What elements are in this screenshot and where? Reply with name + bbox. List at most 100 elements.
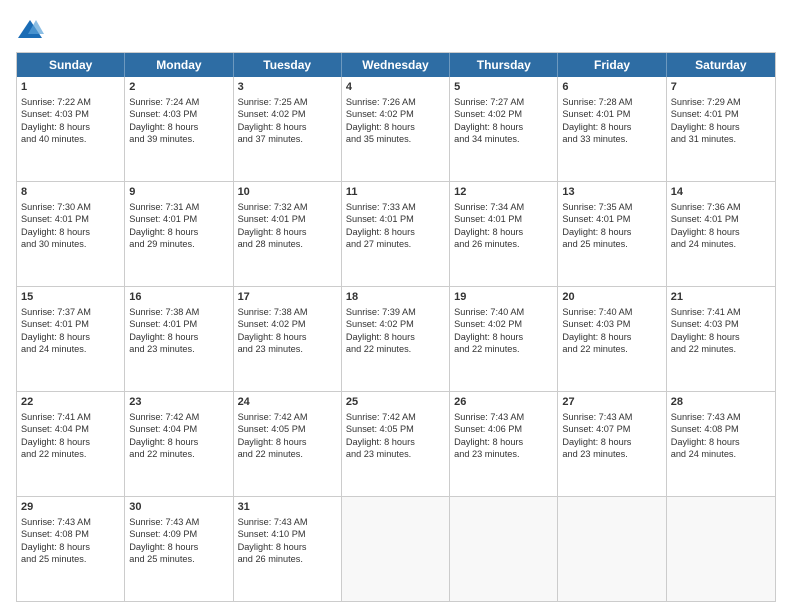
header-day-monday: Monday <box>125 53 233 77</box>
day-info-line: Daylight: 8 hours <box>671 121 771 133</box>
day-info-line: Daylight: 8 hours <box>562 226 661 238</box>
day-info-line: and 25 minutes. <box>562 238 661 250</box>
day-info-line: and 24 minutes. <box>21 343 120 355</box>
day-number: 28 <box>671 395 771 410</box>
day-info-line: Daylight: 8 hours <box>346 436 445 448</box>
day-info-line: and 40 minutes. <box>21 133 120 145</box>
day-info-line: and 27 minutes. <box>346 238 445 250</box>
day-number: 2 <box>129 80 228 95</box>
day-info-line: and 22 minutes. <box>238 448 337 460</box>
day-info-line: Sunrise: 7:27 AM <box>454 96 553 108</box>
day-info-line: Sunrise: 7:22 AM <box>21 96 120 108</box>
logo-icon <box>16 16 44 44</box>
day-cell-2: 2Sunrise: 7:24 AMSunset: 4:03 PMDaylight… <box>125 77 233 181</box>
day-info-line: Sunset: 4:04 PM <box>21 423 120 435</box>
day-info-line: Sunrise: 7:43 AM <box>238 516 337 528</box>
day-number: 6 <box>562 80 661 95</box>
day-info-line: Sunset: 4:05 PM <box>238 423 337 435</box>
day-number: 24 <box>238 395 337 410</box>
day-number: 27 <box>562 395 661 410</box>
day-cell-9: 9Sunrise: 7:31 AMSunset: 4:01 PMDaylight… <box>125 182 233 286</box>
day-info-line: Sunrise: 7:41 AM <box>671 306 771 318</box>
logo <box>16 16 48 44</box>
day-number: 11 <box>346 185 445 200</box>
day-info-line: Sunset: 4:07 PM <box>562 423 661 435</box>
day-info-line: Daylight: 8 hours <box>21 436 120 448</box>
day-info-line: Sunrise: 7:24 AM <box>129 96 228 108</box>
day-cell-11: 11Sunrise: 7:33 AMSunset: 4:01 PMDayligh… <box>342 182 450 286</box>
day-number: 30 <box>129 500 228 515</box>
day-info-line: Daylight: 8 hours <box>129 541 228 553</box>
day-info-line: Daylight: 8 hours <box>454 331 553 343</box>
day-info-line: Daylight: 8 hours <box>346 121 445 133</box>
day-info-line: Daylight: 8 hours <box>238 226 337 238</box>
day-info-line: and 22 minutes. <box>562 343 661 355</box>
day-info-line: Daylight: 8 hours <box>129 121 228 133</box>
day-info-line: Sunset: 4:02 PM <box>454 108 553 120</box>
day-number: 4 <box>346 80 445 95</box>
day-info-line: Daylight: 8 hours <box>671 436 771 448</box>
day-info-line: Sunrise: 7:42 AM <box>129 411 228 423</box>
day-info-line: Sunrise: 7:38 AM <box>129 306 228 318</box>
header <box>16 16 776 44</box>
day-info-line: Sunrise: 7:41 AM <box>21 411 120 423</box>
header-day-thursday: Thursday <box>450 53 558 77</box>
day-info-line: Sunrise: 7:42 AM <box>238 411 337 423</box>
day-info-line: and 23 minutes. <box>129 343 228 355</box>
day-info-line: and 24 minutes. <box>671 448 771 460</box>
week-row-2: 8Sunrise: 7:30 AMSunset: 4:01 PMDaylight… <box>17 182 775 287</box>
day-cell-7: 7Sunrise: 7:29 AMSunset: 4:01 PMDaylight… <box>667 77 775 181</box>
day-info-line: Sunrise: 7:32 AM <box>238 201 337 213</box>
day-number: 12 <box>454 185 553 200</box>
day-number: 15 <box>21 290 120 305</box>
empty-cell <box>558 497 666 601</box>
day-info-line: and 22 minutes. <box>454 343 553 355</box>
header-day-saturday: Saturday <box>667 53 775 77</box>
day-cell-12: 12Sunrise: 7:34 AMSunset: 4:01 PMDayligh… <box>450 182 558 286</box>
day-info-line: Sunset: 4:09 PM <box>129 528 228 540</box>
day-cell-19: 19Sunrise: 7:40 AMSunset: 4:02 PMDayligh… <box>450 287 558 391</box>
day-info-line: Sunset: 4:06 PM <box>454 423 553 435</box>
day-info-line: Sunset: 4:02 PM <box>454 318 553 330</box>
day-info-line: Daylight: 8 hours <box>21 541 120 553</box>
week-row-1: 1Sunrise: 7:22 AMSunset: 4:03 PMDaylight… <box>17 77 775 182</box>
day-info-line: Sunset: 4:01 PM <box>671 108 771 120</box>
day-info-line: Sunrise: 7:25 AM <box>238 96 337 108</box>
day-info-line: and 33 minutes. <box>562 133 661 145</box>
day-cell-8: 8Sunrise: 7:30 AMSunset: 4:01 PMDaylight… <box>17 182 125 286</box>
empty-cell <box>450 497 558 601</box>
day-number: 22 <box>21 395 120 410</box>
day-info-line: Sunrise: 7:43 AM <box>454 411 553 423</box>
page: SundayMondayTuesdayWednesdayThursdayFrid… <box>0 0 792 612</box>
day-info-line: and 23 minutes. <box>238 343 337 355</box>
day-cell-22: 22Sunrise: 7:41 AMSunset: 4:04 PMDayligh… <box>17 392 125 496</box>
day-info-line: Sunrise: 7:40 AM <box>454 306 553 318</box>
day-info-line: Daylight: 8 hours <box>346 331 445 343</box>
day-number: 7 <box>671 80 771 95</box>
day-cell-31: 31Sunrise: 7:43 AMSunset: 4:10 PMDayligh… <box>234 497 342 601</box>
day-info-line: Daylight: 8 hours <box>346 226 445 238</box>
day-info-line: and 39 minutes. <box>129 133 228 145</box>
day-info-line: Sunrise: 7:37 AM <box>21 306 120 318</box>
day-info-line: Sunset: 4:03 PM <box>129 108 228 120</box>
day-info-line: Sunset: 4:10 PM <box>238 528 337 540</box>
day-number: 14 <box>671 185 771 200</box>
day-info-line: and 26 minutes. <box>238 553 337 565</box>
day-info-line: Daylight: 8 hours <box>129 331 228 343</box>
day-info-line: Sunrise: 7:36 AM <box>671 201 771 213</box>
day-info-line: Sunrise: 7:26 AM <box>346 96 445 108</box>
day-info-line: Sunset: 4:01 PM <box>129 318 228 330</box>
day-info-line: Sunset: 4:01 PM <box>129 213 228 225</box>
week-row-4: 22Sunrise: 7:41 AMSunset: 4:04 PMDayligh… <box>17 392 775 497</box>
day-cell-23: 23Sunrise: 7:42 AMSunset: 4:04 PMDayligh… <box>125 392 233 496</box>
day-number: 16 <box>129 290 228 305</box>
day-info-line: Sunset: 4:01 PM <box>21 318 120 330</box>
day-info-line: Sunset: 4:01 PM <box>562 213 661 225</box>
empty-cell <box>667 497 775 601</box>
day-cell-29: 29Sunrise: 7:43 AMSunset: 4:08 PMDayligh… <box>17 497 125 601</box>
day-cell-26: 26Sunrise: 7:43 AMSunset: 4:06 PMDayligh… <box>450 392 558 496</box>
day-number: 3 <box>238 80 337 95</box>
day-info-line: Sunrise: 7:29 AM <box>671 96 771 108</box>
day-info-line: Daylight: 8 hours <box>671 331 771 343</box>
day-info-line: and 34 minutes. <box>454 133 553 145</box>
